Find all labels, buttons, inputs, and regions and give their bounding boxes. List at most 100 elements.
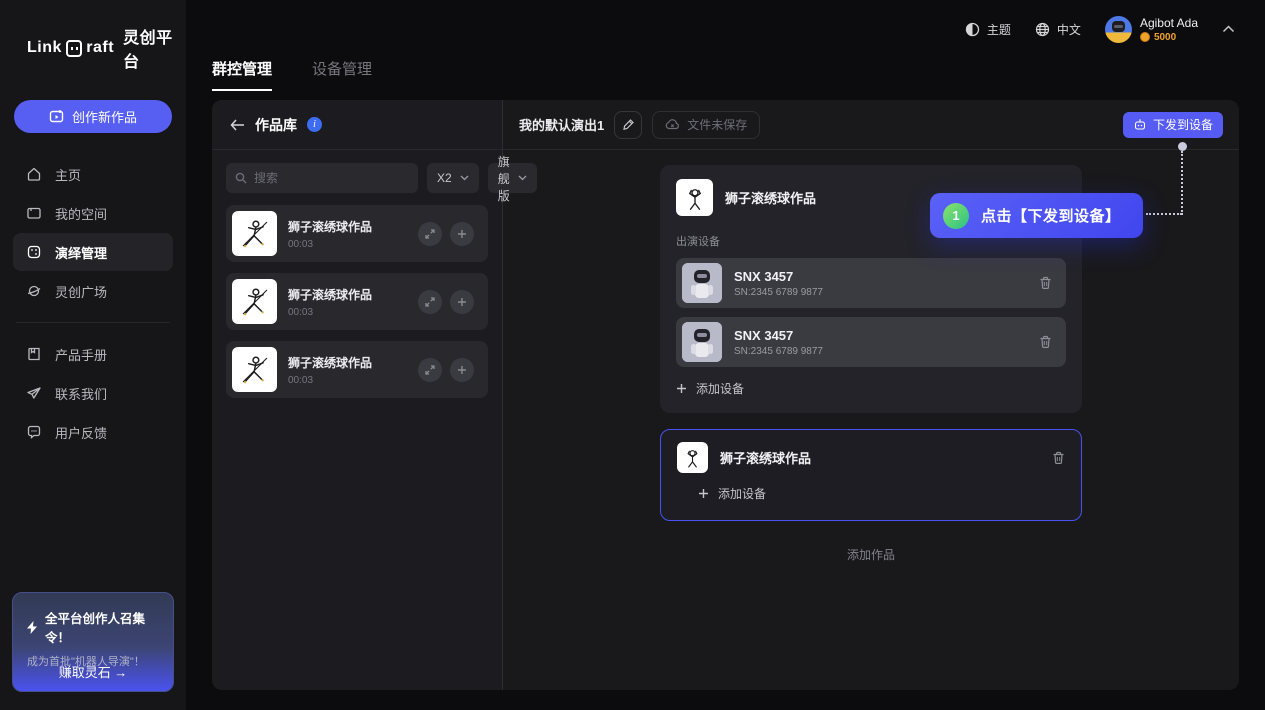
tab-group-control[interactable]: 群控管理 bbox=[212, 58, 272, 91]
preview-expand-button[interactable] bbox=[418, 290, 442, 314]
sidebar-item-label: 主页 bbox=[55, 165, 81, 184]
connector-horizontal-line bbox=[1146, 213, 1182, 215]
trash-icon[interactable] bbox=[1039, 276, 1052, 290]
dice-icon bbox=[26, 244, 42, 260]
info-icon[interactable]: i bbox=[307, 117, 322, 132]
search-box bbox=[226, 163, 418, 193]
onboarding-tooltip[interactable]: 1 点击【下发到设备】 bbox=[930, 193, 1143, 238]
add-work-button[interactable]: 添加作品 bbox=[503, 546, 1239, 563]
earn-gems-button[interactable]: 赚取灵石 → bbox=[13, 662, 173, 681]
lightning-icon bbox=[27, 621, 38, 634]
trash-icon[interactable] bbox=[1039, 335, 1052, 349]
device-row[interactable]: SNX 3457 SN:2345 6789 9877 bbox=[676, 317, 1066, 367]
add-to-stage-button[interactable] bbox=[450, 222, 474, 246]
device-info: SNX 3457 SN:2345 6789 9877 bbox=[734, 269, 823, 298]
add-to-stage-button[interactable] bbox=[450, 290, 474, 314]
logo-robot-icon bbox=[66, 40, 82, 57]
stage-panel: 我的默认演出1 文件未保存 下发到设备 bbox=[503, 100, 1239, 690]
sidebar-item-my-space[interactable]: 我的空间 bbox=[13, 194, 173, 232]
stage-work-title: 狮子滚绣球作品 bbox=[725, 188, 816, 207]
sidebar-item-label: 产品手册 bbox=[55, 345, 107, 364]
work-item-title: 狮子滚绣球作品 bbox=[288, 354, 372, 371]
add-device-label: 添加设备 bbox=[696, 380, 744, 397]
top-bar: 主题 中文 Agibot Ada 5000 bbox=[186, 0, 1265, 58]
sidebar-divider bbox=[16, 322, 170, 323]
device-avatar bbox=[682, 263, 722, 303]
pencil-icon bbox=[622, 118, 635, 131]
step-number-badge: 1 bbox=[943, 203, 969, 229]
sidebar-item-user-feedback[interactable]: 用户反馈 bbox=[13, 413, 173, 451]
stage-work-title: 狮子滚绣球作品 bbox=[720, 448, 811, 467]
globe-icon bbox=[1035, 22, 1050, 37]
create-button-label: 创作新作品 bbox=[72, 107, 137, 126]
create-new-work-button[interactable]: 创作新作品 bbox=[14, 100, 172, 133]
sidebar-item-performance-management[interactable]: 演绎管理 bbox=[13, 233, 173, 271]
cloud-unsaved-icon bbox=[665, 119, 680, 130]
trash-icon[interactable] bbox=[1052, 451, 1065, 465]
plus-icon bbox=[676, 383, 687, 394]
device-name: SNX 3457 bbox=[734, 328, 823, 343]
device-serial: SN:2345 6789 9877 bbox=[734, 287, 823, 298]
sidebar-item-label: 联系我们 bbox=[55, 384, 107, 403]
work-thumbnail bbox=[676, 179, 713, 216]
work-item-title: 狮子滚绣球作品 bbox=[288, 218, 372, 235]
preview-expand-button[interactable] bbox=[418, 358, 442, 382]
device-info: SNX 3457 SN:2345 6789 9877 bbox=[734, 328, 823, 357]
theme-label: 主题 bbox=[987, 21, 1011, 38]
main-panel: 作品库 i X2 旗舰版 bbox=[212, 100, 1239, 690]
chat-bubble-icon bbox=[26, 424, 42, 440]
user-info: Agibot Ada 5000 bbox=[1140, 16, 1198, 43]
device-name: SNX 3457 bbox=[734, 269, 823, 284]
theme-toggle[interactable]: 主题 bbox=[965, 21, 1011, 38]
add-to-stage-button[interactable] bbox=[450, 358, 474, 382]
library-title: 作品库 bbox=[255, 115, 297, 135]
sidebar-item-contact-us[interactable]: 联系我们 bbox=[13, 374, 173, 412]
connector-dot bbox=[1178, 142, 1187, 151]
deploy-to-device-button[interactable]: 下发到设备 bbox=[1123, 112, 1223, 138]
language-switcher[interactable]: 中文 bbox=[1035, 21, 1081, 38]
work-item-info: 狮子滚绣球作品 00:03 bbox=[288, 286, 372, 318]
work-thumbnail bbox=[232, 347, 277, 392]
plus-icon bbox=[698, 488, 709, 499]
library-work-item[interactable]: 狮子滚绣球作品 00:03 bbox=[226, 205, 488, 262]
sidebar-item-product-manual[interactable]: 产品手册 bbox=[13, 335, 173, 373]
search-input[interactable] bbox=[254, 171, 409, 185]
device-row[interactable]: SNX 3457 SN:2345 6789 9877 bbox=[676, 258, 1066, 308]
search-icon bbox=[235, 172, 247, 184]
stage-work-card-selected[interactable]: 狮子滚绣球作品 添加设备 bbox=[660, 429, 1082, 521]
work-item-duration: 00:03 bbox=[288, 239, 372, 250]
back-arrow-icon[interactable] bbox=[230, 119, 245, 131]
save-status-text: 文件未保存 bbox=[687, 116, 747, 133]
folder-icon bbox=[26, 205, 42, 221]
library-work-item[interactable]: 狮子滚绣球作品 00:03 bbox=[226, 273, 488, 330]
add-device-button[interactable]: 添加设备 bbox=[676, 380, 1066, 397]
work-thumbnail bbox=[232, 279, 277, 324]
sidebar-item-home[interactable]: 主页 bbox=[13, 155, 173, 193]
sidebar-item-label: 用户反馈 bbox=[55, 423, 107, 442]
language-label: 中文 bbox=[1057, 21, 1081, 38]
work-item-duration: 00:03 bbox=[288, 375, 372, 386]
coin-icon bbox=[1140, 32, 1150, 42]
coin-balance: 5000 bbox=[1154, 32, 1176, 43]
robot-icon bbox=[1133, 119, 1147, 131]
sidebar-nav: 主页 我的空间 演绎管理 灵创广场 产品手册 bbox=[0, 155, 186, 451]
work-item-title: 狮子滚绣球作品 bbox=[288, 286, 372, 303]
logo-platform-name: 灵创平台 bbox=[123, 24, 186, 72]
user-menu[interactable]: Agibot Ada 5000 bbox=[1105, 16, 1198, 43]
create-video-icon bbox=[49, 109, 64, 124]
preview-expand-button[interactable] bbox=[418, 222, 442, 246]
speed-filter-value: X2 bbox=[437, 171, 452, 185]
planet-icon bbox=[26, 283, 42, 299]
library-work-item[interactable]: 狮子滚绣球作品 00:03 bbox=[226, 341, 488, 398]
work-item-duration: 00:03 bbox=[288, 307, 372, 318]
rename-show-button[interactable] bbox=[614, 111, 642, 139]
tab-device-management[interactable]: 设备管理 bbox=[312, 58, 372, 91]
chevron-down-icon bbox=[460, 175, 469, 181]
deploy-button-label: 下发到设备 bbox=[1153, 116, 1213, 133]
chevron-up-icon[interactable] bbox=[1222, 25, 1235, 33]
add-device-label: 添加设备 bbox=[718, 485, 766, 502]
connector-vertical-line bbox=[1181, 151, 1183, 215]
speed-filter-dropdown[interactable]: X2 bbox=[427, 163, 479, 193]
add-device-button[interactable]: 添加设备 bbox=[698, 485, 1065, 502]
sidebar-item-creator-plaza[interactable]: 灵创广场 bbox=[13, 272, 173, 310]
